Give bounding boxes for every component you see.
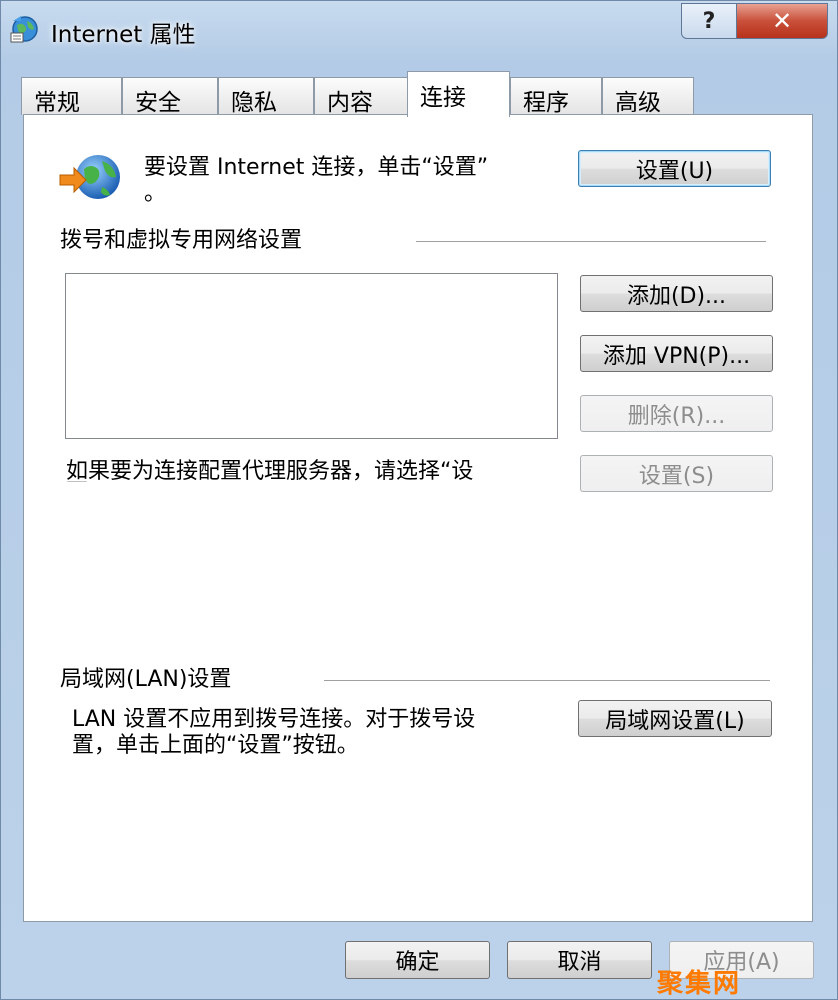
tab-connections[interactable]: 连接 — [407, 71, 510, 117]
internet-options-icon — [10, 16, 38, 43]
globe-connect-icon — [59, 155, 120, 199]
title-bar[interactable]: Internet 属性 ? ✕ — [1, 1, 838, 61]
cancel-button[interactable]: 取消 — [507, 941, 652, 979]
proxy-description-clip: 置” — [66, 481, 106, 489]
lan-description-cont: 置，单击上面的“设置”按钮。 — [72, 733, 359, 758]
tab-general[interactable]: 常规 — [21, 77, 122, 116]
lan-separator — [324, 680, 770, 682]
connections-panel: 要设置 Internet 连接，单击“设置” 。 设置(U) 拨号和虚拟专用网络… — [23, 114, 813, 922]
connections-listbox[interactable] — [65, 273, 558, 439]
internet-properties-window: Internet 属性 ? ✕ 常规 安全 隐私 内容 连接 程序 高级 要设置… — [0, 0, 838, 1000]
setup-description: 要设置 Internet 连接，单击“设置” — [144, 155, 489, 180]
tab-privacy[interactable]: 隐私 — [218, 77, 314, 116]
remove-button[interactable]: 删除(R)... — [580, 395, 773, 432]
setup-description-cont: 。 — [144, 181, 167, 206]
add-button[interactable]: 添加(D)... — [580, 275, 773, 312]
lan-section-title: 局域网(LAN)设置 — [60, 667, 232, 692]
proxy-description-cut: 置” — [66, 481, 99, 489]
lan-settings-button[interactable]: 局域网设置(L) — [578, 700, 772, 737]
close-button[interactable]: ✕ — [736, 3, 828, 39]
tab-security[interactable]: 安全 — [122, 77, 218, 116]
setup-button[interactable]: 设置(U) — [578, 150, 771, 187]
tab-advanced[interactable]: 高级 — [602, 77, 694, 116]
tab-programs[interactable]: 程序 — [510, 77, 602, 116]
dialup-separator — [416, 241, 766, 243]
watermark-text: 聚集网 — [657, 969, 742, 999]
window-title: Internet 属性 — [51, 22, 196, 48]
dialup-section-title: 拨号和虚拟专用网络设置 — [60, 228, 303, 253]
add-vpn-button[interactable]: 添加 VPN(P)... — [580, 335, 773, 372]
help-button[interactable]: ? — [681, 3, 737, 39]
tab-strip: 常规 安全 隐私 内容 连接 程序 高级 — [21, 71, 821, 117]
proxy-description: 如果要为连接配置代理服务器，请选择“设 — [66, 459, 474, 484]
tab-content[interactable]: 内容 — [314, 77, 408, 116]
ok-button[interactable]: 确定 — [345, 941, 490, 979]
dialup-settings-button[interactable]: 设置(S) — [580, 455, 773, 492]
